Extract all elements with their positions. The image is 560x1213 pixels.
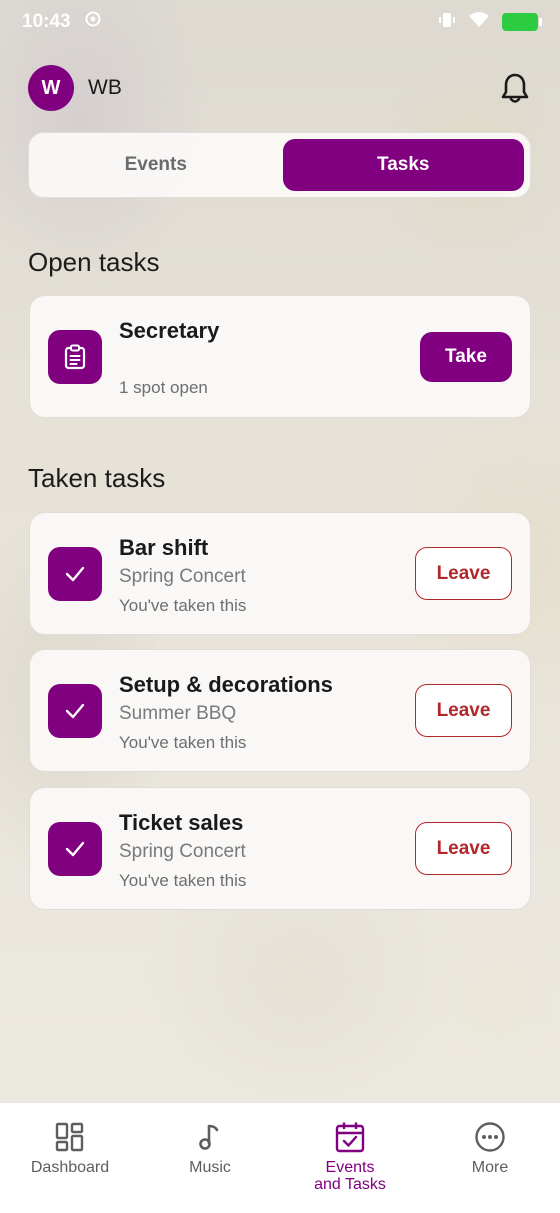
task-title: Setup & decorations [119,672,333,697]
task-status: You've taken this [119,596,247,615]
bottom-tab-bar: Dashboard Music Events and Tasks More [0,1102,560,1213]
tab-music[interactable]: Music [140,1103,280,1213]
leave-button[interactable]: Leave [415,547,512,600]
dashboard-icon [54,1121,86,1153]
status-bar: 10:43 [0,0,560,44]
leave-button[interactable]: Leave [415,684,512,737]
user-profile[interactable]: W WB [28,65,122,111]
check-icon [48,822,102,876]
more-icon [474,1121,506,1153]
status-time: 10:43 [22,11,71,32]
battery-icon [502,13,542,31]
segment-tasks[interactable]: Tasks [282,139,524,191]
tab-events-and-tasks[interactable]: Events and Tasks [280,1103,420,1213]
app-header: W WB [28,62,532,114]
task-event: Spring Concert [119,841,246,862]
record-icon [85,11,101,33]
open-tasks-heading: Open tasks [28,247,160,277]
user-name: WB [88,76,122,99]
segment-events[interactable]: Events [35,139,277,191]
vibrate-icon [438,11,456,34]
tab-dashboard[interactable]: Dashboard [0,1103,140,1213]
task-card-setup-decorations: Setup & decorations Summer BBQ You've ta… [29,649,531,772]
tab-label: Events and Tasks [314,1159,386,1193]
check-icon [48,684,102,738]
avatar[interactable]: W [28,65,74,111]
notification-bell-icon[interactable] [498,71,532,105]
take-button[interactable]: Take [420,332,512,382]
events-tasks-segmented-control: Events Tasks [28,132,531,198]
check-icon [48,547,102,601]
calendar-check-icon [334,1121,366,1153]
leave-button[interactable]: Leave [415,822,512,875]
task-title: Ticket sales [119,810,244,835]
task-card-bar-shift: Bar shift Spring Concert You've taken th… [29,512,531,635]
tab-label: Dashboard [30,1159,110,1176]
wifi-icon [468,11,490,34]
task-status: You've taken this [119,871,247,890]
clipboard-icon [48,330,102,384]
task-card-secretary: Secretary 1 spot open Take [29,295,531,418]
task-event: Summer BBQ [119,703,237,724]
task-status: You've taken this [119,733,247,752]
tab-label: More [471,1159,509,1176]
task-event: Spring Concert [119,566,246,587]
tab-more[interactable]: More [420,1103,560,1213]
taken-tasks-heading: Taken tasks [28,463,166,493]
music-note-icon [194,1121,226,1153]
task-title: Secretary [119,318,220,343]
task-spots: 1 spot open [119,378,208,397]
task-title: Bar shift [119,535,209,560]
tab-label: Music [189,1159,231,1176]
task-card-ticket-sales: Ticket sales Spring Concert You've taken… [29,787,531,910]
